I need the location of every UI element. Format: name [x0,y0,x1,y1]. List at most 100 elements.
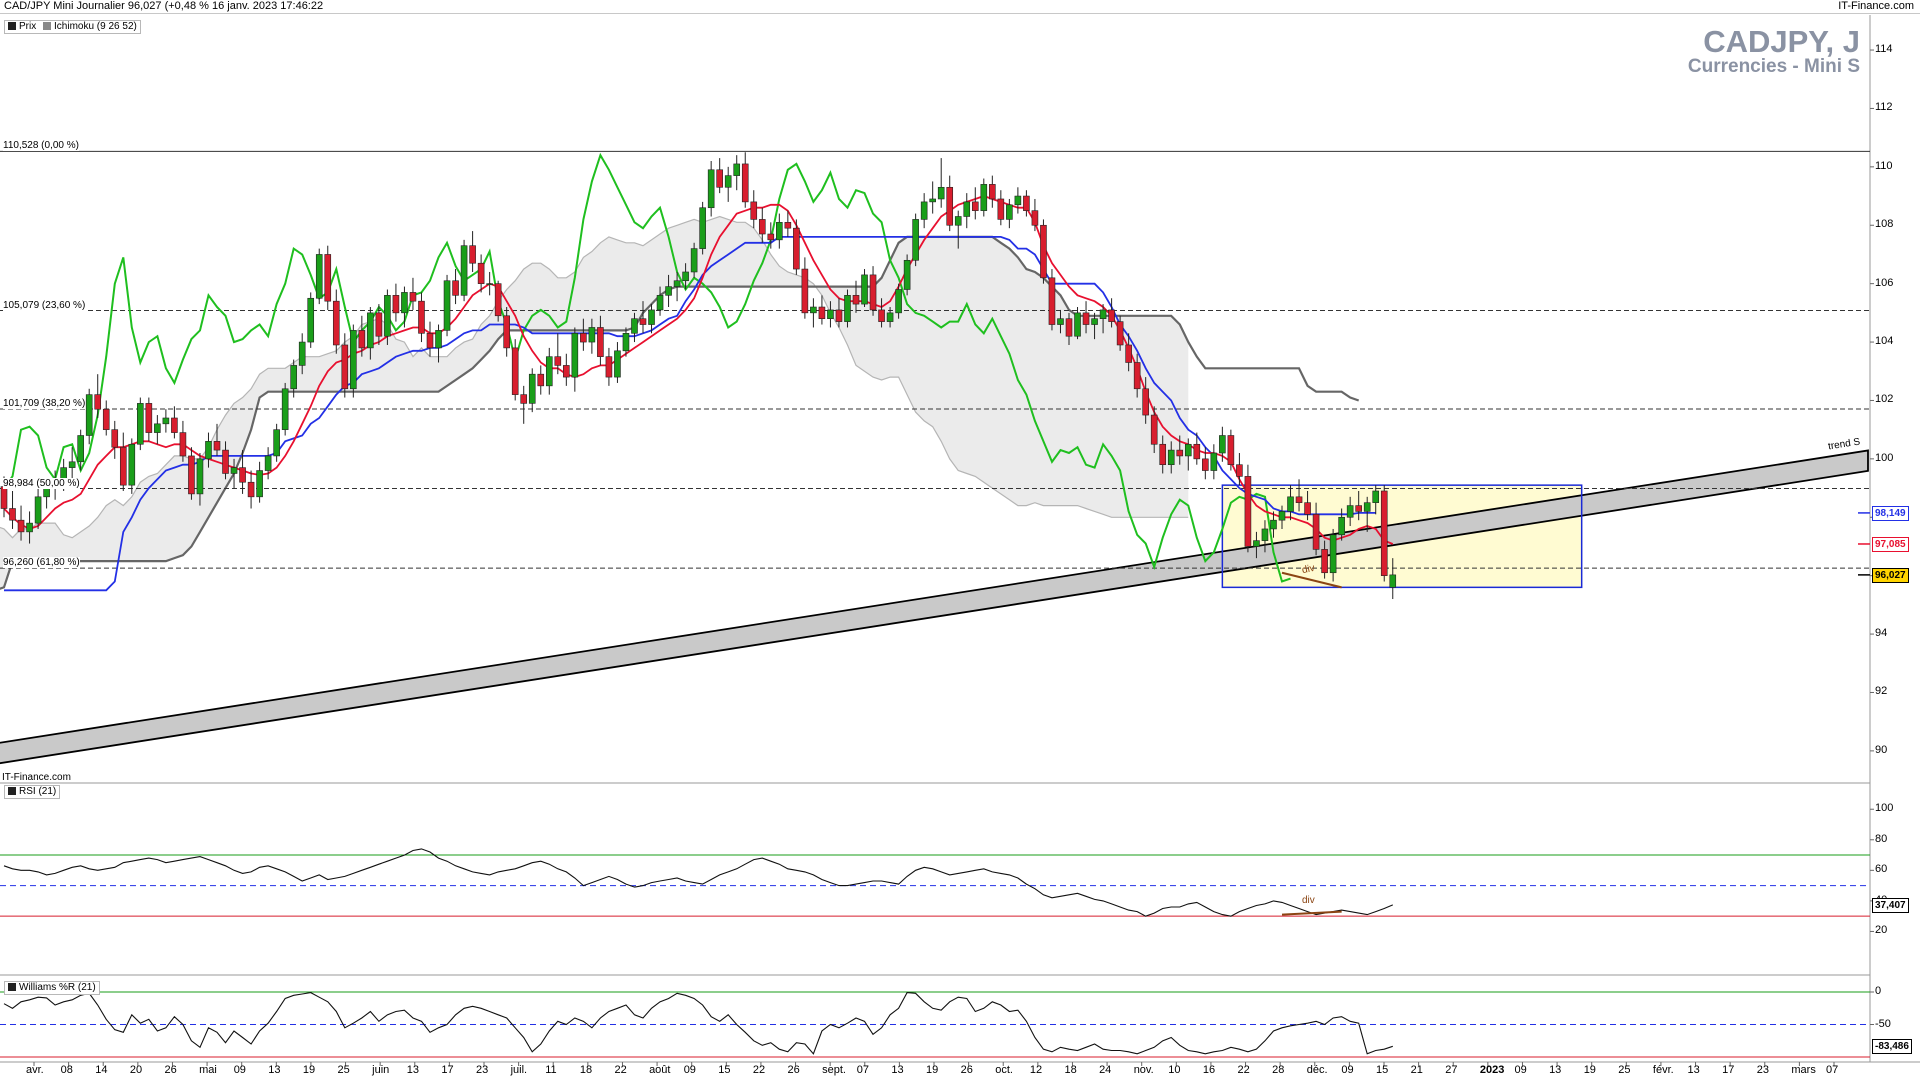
candle-body [426,332,434,349]
candle [997,190,1005,226]
fib-label: 110,528 (0,00 %) [3,140,79,152]
candle-body [452,280,459,296]
x-axis-label: 13 [1687,1064,1700,1076]
candle-body [997,198,1005,220]
candle [707,161,715,217]
candle [452,269,459,305]
candle-body [588,327,596,343]
candle-body [929,198,936,203]
candle [724,166,732,202]
candle [741,152,749,208]
price-legend-label: Prix [19,21,37,32]
candle-body [699,207,706,249]
candle [801,257,809,319]
candle-body [26,522,33,533]
candle [545,347,553,395]
candle-body [563,365,570,378]
price-tag: 97,085 [1872,536,1909,552]
candle-body [1363,502,1371,512]
candle-body [733,163,741,176]
x-axis-label: 14 [95,1064,108,1076]
candle-body [1023,195,1030,211]
candle-body [350,330,357,390]
candle-body [128,443,136,486]
candle-body [256,470,263,498]
x-axis-label: 11 [545,1064,557,1076]
y-tick-label: 100 [1875,451,1894,464]
candle-body [307,297,315,343]
candle-body [298,341,306,366]
candle-body [9,508,16,521]
candle-body [801,268,809,314]
williams-tick-label: 0 [1875,985,1882,997]
x-axis-label: 09 [233,1064,246,1076]
candle [273,423,280,462]
x-axis-label: 13 [1549,1064,1562,1076]
candle-body [494,283,502,317]
x-axis-label: 26 [164,1064,177,1076]
candle-body [1133,362,1141,390]
ichimoku-legend-label: Ichimoku (9 26 52) [54,21,137,32]
x-axis-label: 17 [1722,1064,1735,1076]
candle [1236,453,1243,486]
candle [912,213,919,267]
fib-label: 98,984 (50,00 %) [3,477,80,489]
candle-body [230,467,238,474]
candle-body [1031,210,1039,226]
candle-body [1142,388,1149,416]
candle-body [793,227,800,270]
candle-body [767,233,775,241]
candle-body [724,175,732,188]
fib-label: 105,079 (23,60 %) [3,299,86,311]
candle-body [1270,519,1277,530]
x-axis-label: juil. [510,1064,528,1076]
x-axis-label: 19 [1583,1064,1596,1076]
candle [989,175,996,208]
candle-body [145,403,153,433]
y-tick-label: 94 [1875,627,1888,640]
candle-body [94,394,102,410]
candle-body [188,455,195,495]
candle-body [1159,443,1167,466]
candle [392,283,400,322]
price-legend[interactable]: Prix Ichimoku (9 26 52) [4,20,141,34]
candle [980,178,988,217]
y-tick-label: 114 [1875,43,1893,56]
candle-body [861,274,868,305]
candle [469,231,476,272]
candle-body [1014,195,1022,206]
candle [537,365,545,395]
candle-body [511,347,519,395]
rsi-divergence-line [1281,910,1342,916]
candle-body [281,388,289,430]
candle-body [1091,318,1098,325]
candle [1040,219,1047,284]
candle [350,324,357,398]
candle-body [946,186,954,226]
candle [528,368,536,413]
ichimoku-cloud [0,215,1360,590]
x-axis-label: déc. [1306,1064,1328,1076]
rsi-legend[interactable]: RSI (21) [4,785,61,799]
x-axis-label: 18 [579,1064,593,1076]
candle [1074,307,1081,340]
x-axis-label: juin [372,1064,390,1076]
candle-body [443,280,451,331]
candle-body [486,283,493,285]
candle-body [818,306,826,319]
x-axis-label: mai [199,1064,217,1076]
x-axis-label: 13 [268,1064,281,1076]
candle-body [878,309,885,322]
candle-body [1372,490,1380,503]
williams-legend[interactable]: Williams %R (21) [4,981,100,995]
candle [34,488,42,529]
candle [810,298,817,328]
candle-body [315,254,323,299]
x-axis-label: 17 [441,1064,454,1076]
candle [563,353,570,386]
candle-body [1321,549,1328,574]
candle [418,292,425,343]
watermark-title: CADJPY, J [1703,24,1860,59]
ichimoku-square-icon [43,22,52,30]
brand-link[interactable]: IT-Finance.com [1838,0,1914,13]
